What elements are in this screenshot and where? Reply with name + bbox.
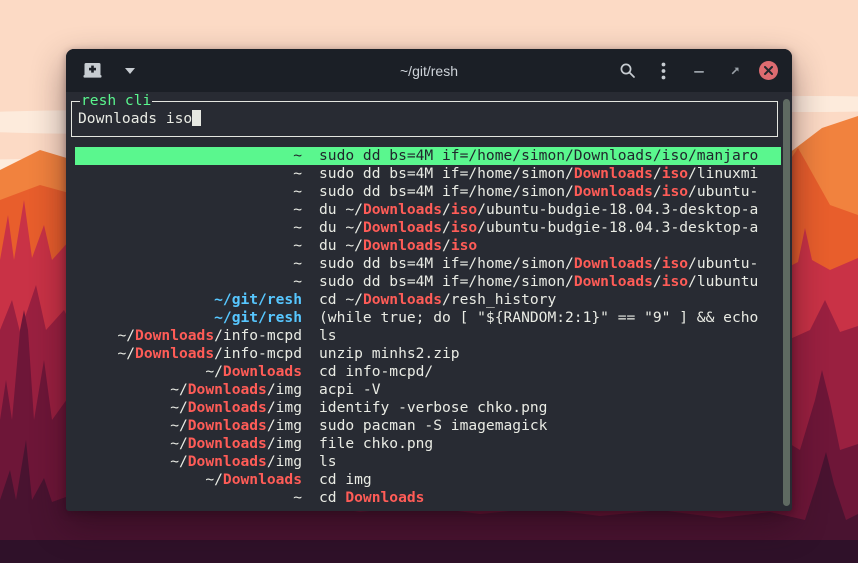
row-command: ls xyxy=(319,327,781,345)
menu-button[interactable] xyxy=(651,59,675,83)
search-button[interactable] xyxy=(615,59,639,83)
history-row[interactable]: ~/Downloads/img acpi -V xyxy=(75,381,781,399)
row-directory: ~/git/resh xyxy=(75,309,302,327)
row-command: ls xyxy=(319,453,781,471)
row-directory: ~/Downloads/img xyxy=(75,381,302,399)
history-row[interactable]: ~/Downloads cd info-mcpd/ xyxy=(75,363,781,381)
row-command: identify -verbose chko.png xyxy=(319,399,781,417)
new-tab-button[interactable] xyxy=(80,59,104,83)
row-command: acpi -V xyxy=(319,381,781,399)
row-command: file chko.png xyxy=(319,435,781,453)
row-directory: ~ xyxy=(75,273,302,291)
history-row[interactable]: ~ sudo dd bs=4M if=/home/simon/Downloads/… xyxy=(75,183,781,201)
history-row[interactable]: ~/Downloads/img sudo pacman -S imagemagic… xyxy=(75,417,781,435)
terminal-window: ~/git/resh xyxy=(66,49,792,511)
row-directory: ~/Downloads xyxy=(75,471,302,489)
row-command: sudo pacman -S imagemagick xyxy=(319,417,781,435)
row-command: cd img xyxy=(319,471,781,489)
row-directory: ~/Downloads xyxy=(75,363,302,381)
titlebar[interactable]: ~/git/resh xyxy=(66,49,792,92)
history-row[interactable]: ~/Downloads/info-mcpd unzip minhs2.zip xyxy=(75,345,781,363)
row-directory: ~/Downloads/img xyxy=(75,453,302,471)
history-row[interactable]: ~ cd Downloads xyxy=(75,489,781,507)
row-command: sudo dd bs=4M if=/home/simon/Downloads/i… xyxy=(319,273,781,291)
row-command: du ~/Downloads/iso/ubuntu-budgie-18.04.3… xyxy=(319,219,781,237)
row-directory: ~ xyxy=(75,489,302,507)
restore-button[interactable] xyxy=(723,59,747,83)
kebab-menu-icon xyxy=(661,62,666,80)
row-directory: ~ xyxy=(75,219,302,237)
close-icon xyxy=(764,66,773,75)
terminal-content: resh cli Downloads iso ~ sudo dd bs=4M if… xyxy=(66,92,792,511)
row-directory: ~ xyxy=(75,183,302,201)
row-directory: ~/Downloads/img xyxy=(75,399,302,417)
row-directory: ~ xyxy=(75,147,302,165)
history-row[interactable]: ~/Downloads/img identify -verbose chko.pn… xyxy=(75,399,781,417)
row-command: du ~/Downloads/iso/ubuntu-budgie-18.04.3… xyxy=(319,201,781,219)
history-row[interactable]: ~/Downloads/info-mcpd ls xyxy=(75,327,781,345)
history-row[interactable]: ~ sudo dd bs=4M if=/home/simon/Downloads/… xyxy=(75,255,781,273)
new-tab-icon xyxy=(83,62,102,79)
scrollbar-thumb[interactable] xyxy=(783,99,790,506)
resh-search-panel: resh cli Downloads iso xyxy=(71,101,778,137)
tab-dropdown-button[interactable] xyxy=(118,59,142,83)
row-command: cd Downloads xyxy=(319,489,781,507)
history-row[interactable]: ~ du ~/Downloads/iso/ubuntu-budgie-18.04.… xyxy=(75,201,781,219)
history-row[interactable]: ~/git/resh (while true; do [ "${RANDOM:2:… xyxy=(75,309,781,327)
resh-panel-label: resh cli xyxy=(80,92,152,110)
row-command: cd ~/Downloads/resh_history xyxy=(319,291,781,309)
minimize-button[interactable] xyxy=(687,59,711,83)
scrollbar[interactable] xyxy=(782,99,791,506)
row-directory: ~ xyxy=(75,237,302,255)
row-directory: ~/Downloads/info-mcpd xyxy=(75,327,302,345)
row-command: unzip minhs2.zip xyxy=(319,345,781,363)
row-directory: ~/Downloads/info-mcpd xyxy=(75,345,302,363)
history-row[interactable]: ~/Downloads/img file chko.png xyxy=(75,435,781,453)
row-command: sudo dd bs=4M if=/home/simon/Downloads/i… xyxy=(319,147,781,165)
close-button[interactable] xyxy=(759,61,778,80)
row-command: cd info-mcpd/ xyxy=(319,363,781,381)
row-command: sudo dd bs=4M if=/home/simon/Downloads/i… xyxy=(319,183,781,201)
row-command: sudo dd bs=4M if=/home/simon/Downloads/i… xyxy=(319,165,781,183)
row-command: sudo dd bs=4M if=/home/simon/Downloads/i… xyxy=(319,255,781,273)
history-row[interactable]: ~ du ~/Downloads/iso/ubuntu-budgie-18.04.… xyxy=(75,219,781,237)
chevron-down-icon xyxy=(125,68,135,74)
search-query-text: Downloads iso xyxy=(78,110,192,127)
history-row-selected[interactable]: ~ sudo dd bs=4M if=/home/simon/Downloads/… xyxy=(75,147,781,165)
history-row[interactable]: ~/Downloads/img ls xyxy=(75,453,781,471)
history-row[interactable]: ~/Downloads cd img xyxy=(75,471,781,489)
row-directory: ~/Downloads/img xyxy=(75,435,302,453)
row-command: du ~/Downloads/iso xyxy=(319,237,781,255)
history-row[interactable]: ~ sudo dd bs=4M if=/home/simon/Downloads/… xyxy=(75,165,781,183)
search-input[interactable]: Downloads iso xyxy=(72,102,777,128)
row-directory: ~ xyxy=(75,255,302,273)
row-directory: ~ xyxy=(75,201,302,219)
search-icon xyxy=(619,62,636,79)
history-row[interactable]: ~ sudo dd bs=4M if=/home/simon/Downloads/… xyxy=(75,273,781,291)
row-directory: ~ xyxy=(75,165,302,183)
history-row[interactable]: ~/git/resh cd ~/Downloads/resh_history xyxy=(75,291,781,309)
row-directory: ~/git/resh xyxy=(75,291,302,309)
history-row[interactable]: ~ du ~/Downloads/iso xyxy=(75,237,781,255)
row-directory: ~/Downloads/img xyxy=(75,417,302,435)
restore-icon xyxy=(729,65,741,77)
history-list: ~ sudo dd bs=4M if=/home/simon/Downloads/… xyxy=(75,147,781,507)
minimize-icon xyxy=(693,65,705,77)
row-command: (while true; do [ "${RANDOM:2:1}" == "9"… xyxy=(319,309,781,327)
text-cursor xyxy=(192,110,201,126)
